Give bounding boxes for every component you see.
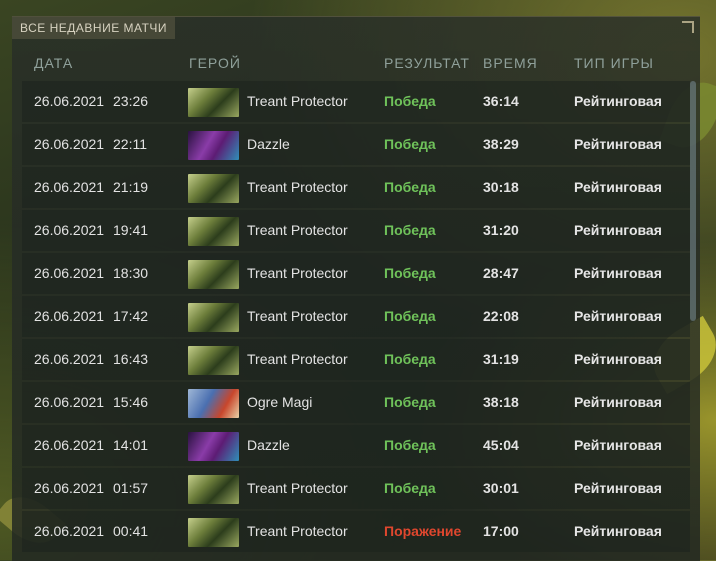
game-type: Рейтинговая: [574, 136, 662, 152]
corner-ornament-icon: [682, 21, 694, 33]
match-date: 26.06.2021: [34, 179, 105, 195]
match-row[interactable]: 26.06.2021 22:11 Dazzle Победа 38:29 Рейтинго…: [22, 124, 690, 165]
match-duration: 38:29: [483, 136, 519, 152]
match-time: 18:30: [113, 265, 149, 281]
hero-portrait-icon: [188, 303, 239, 332]
match-row[interactable]: 26.06.2021 00:41 Treant Protector Поражение…: [22, 511, 690, 552]
hero-name: Treant Protector: [247, 93, 348, 109]
match-date: 26.06.2021: [34, 394, 105, 410]
match-result: Победа: [384, 394, 436, 410]
hero-portrait-icon: [188, 346, 239, 375]
match-time: 19:41: [113, 222, 149, 238]
match-date: 26.06.2021: [34, 308, 105, 324]
match-date: 26.06.2021: [34, 523, 105, 539]
match-duration: 22:08: [483, 308, 519, 324]
match-row[interactable]: 26.06.2021 18:30 Treant Protector Победа 28:…: [22, 253, 690, 294]
game-type: Рейтинговая: [574, 179, 662, 195]
game-type: Рейтинговая: [574, 480, 662, 496]
match-result: Победа: [384, 93, 436, 109]
match-time: 15:46: [113, 394, 149, 410]
match-duration: 31:19: [483, 351, 519, 367]
match-time: 21:19: [113, 179, 149, 195]
match-row[interactable]: 26.06.2021 23:26 Treant Protector Победа 36:…: [22, 81, 690, 122]
match-time: 16:43: [113, 351, 149, 367]
match-date: 26.06.2021: [34, 480, 105, 496]
column-header-result[interactable]: РЕЗУЛЬТАТ: [384, 55, 470, 71]
hero-portrait-icon: [188, 432, 239, 461]
game-type: Рейтинговая: [574, 93, 662, 109]
hero-name: Treant Protector: [247, 179, 348, 195]
hero-name: Treant Protector: [247, 265, 348, 281]
match-row[interactable]: 26.06.2021 19:41 Treant Protector Победа 31:…: [22, 210, 690, 251]
recent-matches-panel: ВСЕ НЕДАВНИЕ МАТЧИ ДАТА ГЕРОЙ РЕЗУЛЬТАТ …: [12, 16, 700, 561]
match-date: 26.06.2021: [34, 265, 105, 281]
match-row[interactable]: 26.06.2021 16:43 Treant Protector Победа 31:…: [22, 339, 690, 380]
match-date: 26.06.2021: [34, 93, 105, 109]
match-result: Поражение: [384, 523, 462, 539]
match-duration: 30:18: [483, 179, 519, 195]
match-time: 00:41: [113, 523, 149, 539]
column-header-game-type[interactable]: ТИП ИГРЫ: [574, 55, 654, 71]
match-row[interactable]: 26.06.2021 14:01 Dazzle Победа 45:04 Рейтинго…: [22, 425, 690, 466]
match-duration: 38:18: [483, 394, 519, 410]
match-date: 26.06.2021: [34, 351, 105, 367]
hero-portrait-icon: [188, 217, 239, 246]
hero-name: Treant Protector: [247, 523, 348, 539]
game-type: Рейтинговая: [574, 394, 662, 410]
column-header-hero[interactable]: ГЕРОЙ: [189, 55, 241, 71]
hero-name: Dazzle: [247, 136, 290, 152]
hero-portrait-icon: [188, 174, 239, 203]
match-duration: 17:00: [483, 523, 519, 539]
match-duration: 31:20: [483, 222, 519, 238]
match-row[interactable]: 26.06.2021 17:42 Treant Protector Победа 22:…: [22, 296, 690, 337]
hero-name: Treant Protector: [247, 351, 348, 367]
hero-portrait-icon: [188, 88, 239, 117]
match-duration: 45:04: [483, 437, 519, 453]
hero-portrait-icon: [188, 389, 239, 418]
match-time: 01:57: [113, 480, 149, 496]
table-header: ДАТА ГЕРОЙ РЕЗУЛЬТАТ ВРЕМЯ ТИП ИГРЫ: [12, 55, 700, 75]
game-type: Рейтинговая: [574, 351, 662, 367]
hero-name: Treant Protector: [247, 308, 348, 324]
hero-name: Treant Protector: [247, 222, 348, 238]
match-result: Победа: [384, 308, 436, 324]
match-result: Победа: [384, 136, 436, 152]
match-duration: 36:14: [483, 93, 519, 109]
column-header-date[interactable]: ДАТА: [34, 55, 73, 71]
match-row[interactable]: 26.06.2021 21:19 Treant Protector Победа 30:…: [22, 167, 690, 208]
match-result: Победа: [384, 265, 436, 281]
match-result: Победа: [384, 351, 436, 367]
hero-name: Dazzle: [247, 437, 290, 453]
game-type: Рейтинговая: [574, 437, 662, 453]
hero-portrait-icon: [188, 260, 239, 289]
game-type: Рейтинговая: [574, 265, 662, 281]
match-date: 26.06.2021: [34, 437, 105, 453]
match-result: Победа: [384, 222, 436, 238]
hero-portrait-icon: [188, 518, 239, 547]
match-result: Победа: [384, 437, 436, 453]
match-row[interactable]: 26.06.2021 01:57 Treant Protector Победа 30:…: [22, 468, 690, 509]
game-type: Рейтинговая: [574, 523, 662, 539]
match-result: Победа: [384, 480, 436, 496]
match-date: 26.06.2021: [34, 136, 105, 152]
match-duration: 28:47: [483, 265, 519, 281]
hero-portrait-icon: [188, 475, 239, 504]
match-row[interactable]: 26.06.2021 15:46 Ogre Magi Победа 38:18 Рейти…: [22, 382, 690, 423]
matches-list: 26.06.2021 23:26 Treant Protector Победа 36:…: [22, 81, 690, 554]
match-time: 22:11: [113, 136, 147, 152]
scrollbar[interactable]: [690, 81, 696, 321]
hero-name: Ogre Magi: [247, 394, 313, 410]
game-type: Рейтинговая: [574, 308, 662, 324]
match-duration: 30:01: [483, 480, 519, 496]
panel-title: ВСЕ НЕДАВНИЕ МАТЧИ: [12, 17, 176, 39]
match-time: 23:26: [113, 93, 149, 109]
match-time: 14:01: [113, 437, 149, 453]
game-type: Рейтинговая: [574, 222, 662, 238]
hero-portrait-icon: [188, 131, 239, 160]
match-time: 17:42: [113, 308, 149, 324]
column-header-duration[interactable]: ВРЕМЯ: [483, 55, 538, 71]
match-date: 26.06.2021: [34, 222, 105, 238]
hero-name: Treant Protector: [247, 480, 348, 496]
match-result: Победа: [384, 179, 436, 195]
